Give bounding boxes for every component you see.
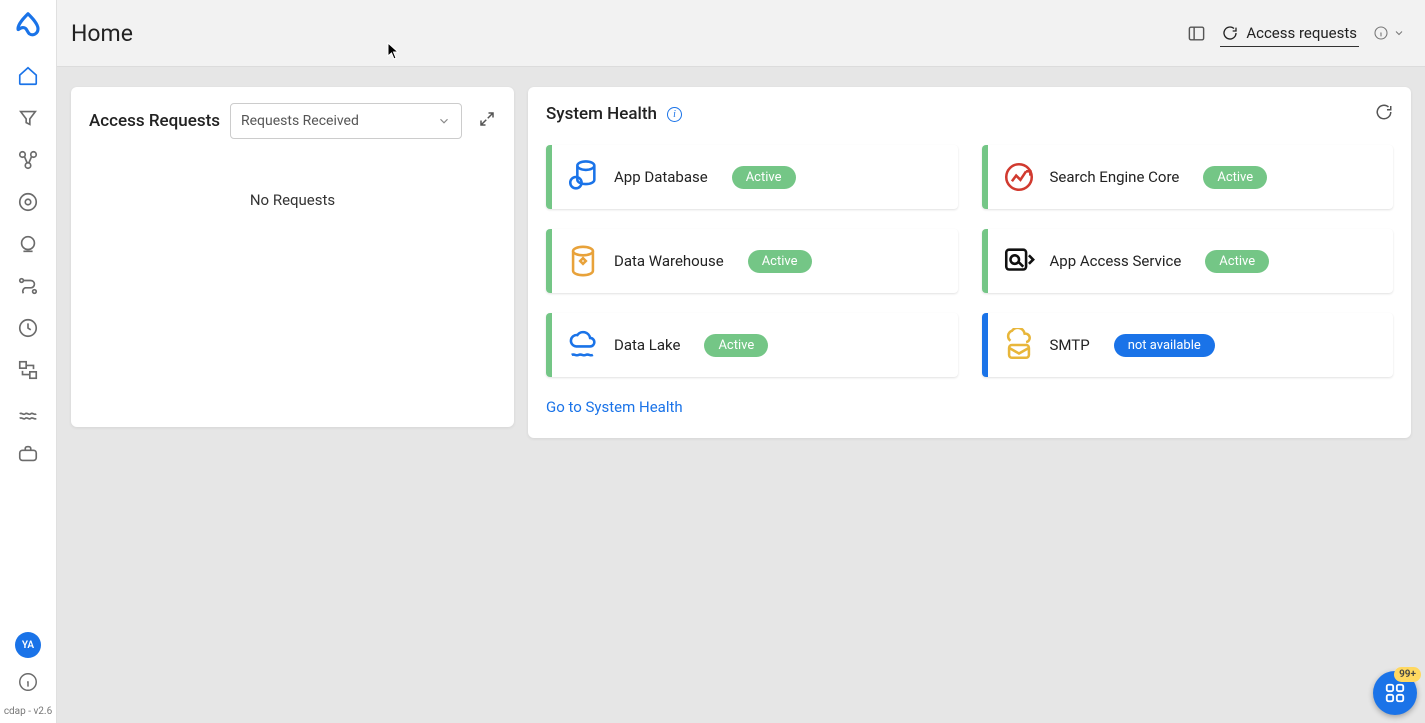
nav-exchange-icon[interactable] xyxy=(16,358,40,382)
sidebar: YA cdap - v2.6 xyxy=(0,0,57,723)
health-service-name: Data Lake xyxy=(614,336,680,354)
expand-icon[interactable] xyxy=(478,110,496,132)
access-requests-header-link[interactable]: Access requests xyxy=(1220,20,1359,47)
nav-filter-icon[interactable] xyxy=(16,106,40,130)
access-requests-dropdown-value: Requests Received xyxy=(241,113,359,129)
go-to-system-health-link[interactable]: Go to System Health xyxy=(546,398,683,416)
health-grid: App Database Active Search Engine Core Acti… xyxy=(546,135,1393,377)
health-card[interactable]: Search Engine Core Active xyxy=(982,145,1394,209)
nav-home-icon[interactable] xyxy=(16,64,40,88)
health-status-badge: not available xyxy=(1114,334,1215,357)
nav-briefcase-icon[interactable] xyxy=(16,442,40,466)
chevron-down-icon xyxy=(1393,27,1405,39)
user-avatar[interactable]: YA xyxy=(15,632,41,658)
health-card[interactable]: App Access Service Active xyxy=(982,229,1394,293)
nav-route-icon[interactable] xyxy=(16,274,40,298)
no-requests-message: No Requests xyxy=(89,149,496,409)
health-status-badge: Active xyxy=(1203,166,1267,189)
health-service-icon xyxy=(566,244,600,278)
health-service-icon xyxy=(1002,244,1036,278)
nav-clock-icon[interactable] xyxy=(16,316,40,340)
fab-badge: 99+ xyxy=(1394,667,1421,682)
health-status-badge: Active xyxy=(1205,250,1269,273)
app-logo xyxy=(13,10,43,44)
health-card[interactable]: SMTP not available xyxy=(982,313,1394,377)
page-title: Home xyxy=(71,20,133,47)
main-area: Home Access requests Access Requests Req… xyxy=(57,0,1425,723)
access-requests-panel: Access Requests Requests Received No Req… xyxy=(71,87,514,427)
health-service-name: Data Warehouse xyxy=(614,252,724,270)
health-status-bar xyxy=(982,229,988,293)
health-service-icon xyxy=(566,160,600,194)
health-status-bar xyxy=(982,313,988,377)
system-health-title: System Health xyxy=(546,104,657,124)
chevron-down-icon xyxy=(437,114,451,128)
health-status-badge: Active xyxy=(704,334,768,357)
health-service-name: App Database xyxy=(614,168,708,186)
health-card[interactable]: App Database Active xyxy=(546,145,958,209)
health-card[interactable]: Data Warehouse Active xyxy=(546,229,958,293)
health-status-bar xyxy=(546,313,552,377)
nav-water-icon[interactable] xyxy=(16,400,40,424)
health-service-name: Search Engine Core xyxy=(1050,168,1180,186)
nav-gear-icon[interactable] xyxy=(16,190,40,214)
nav-globe-icon[interactable] xyxy=(16,232,40,256)
topbar: Home Access requests xyxy=(57,0,1425,67)
panel-toggle-icon[interactable] xyxy=(1187,24,1206,43)
command-fab[interactable]: 99+ xyxy=(1373,671,1417,715)
health-service-icon xyxy=(566,328,600,362)
info-dropdown[interactable] xyxy=(1373,25,1405,41)
nav-nodes-icon[interactable] xyxy=(16,148,40,172)
access-requests-header-label: Access requests xyxy=(1246,24,1357,42)
refresh-icon[interactable] xyxy=(1375,103,1393,125)
health-card[interactable]: Data Lake Active xyxy=(546,313,958,377)
health-service-icon xyxy=(1002,160,1036,194)
health-service-name: App Access Service xyxy=(1050,252,1182,270)
access-requests-title: Access Requests xyxy=(89,111,220,131)
info-icon[interactable]: i xyxy=(667,107,682,122)
system-health-panel: System Health i App DatabaseActiveSearch… xyxy=(528,87,1411,438)
access-requests-dropdown[interactable]: Requests Received xyxy=(230,103,462,139)
health-status-badge: Active xyxy=(732,166,796,189)
health-status-bar xyxy=(546,145,552,209)
version-label: cdap - v2.6 xyxy=(4,706,52,717)
health-service-name: SMTP xyxy=(1050,336,1090,354)
content-area: Access Requests Requests Received No Req… xyxy=(57,67,1425,723)
health-status-badge: Active xyxy=(748,250,812,273)
health-status-bar xyxy=(546,229,552,293)
info-icon[interactable] xyxy=(16,670,40,694)
health-status-bar xyxy=(982,145,988,209)
health-service-icon xyxy=(1002,328,1036,362)
